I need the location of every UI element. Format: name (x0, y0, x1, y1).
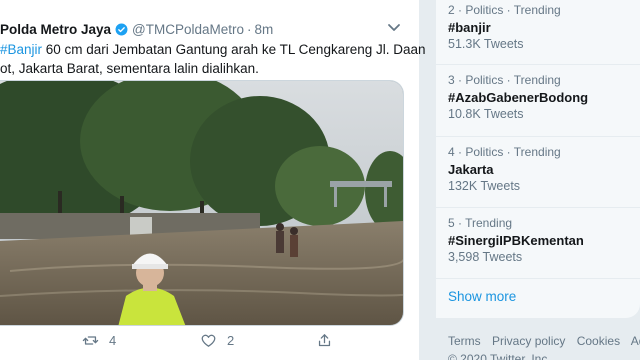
footer-link-privacy[interactable]: Privacy policy (492, 334, 565, 348)
trend-meta: 4 · Politics · Trending (448, 145, 561, 159)
trends-panel: 2 · Politics · Trending #banjir 51.3K Tw… (436, 0, 640, 318)
trend-item[interactable]: 5 · Trending #SinergiIPBKementan 3,598 T… (448, 216, 638, 265)
retweet-count: 4 (109, 333, 117, 348)
trend-item[interactable]: 4 · Politics · Trending Jakarta 132K Twe… (448, 145, 638, 194)
share-button[interactable] (316, 332, 343, 349)
tweet-photo[interactable] (0, 80, 404, 326)
retweet-button[interactable]: 4 (82, 332, 116, 349)
trend-name: Jakarta (448, 162, 494, 177)
heart-icon (201, 334, 216, 347)
tweet-text: #Banjir 60 cm dari Jembatan Gantung arah… (0, 40, 426, 78)
chevron-down-icon[interactable] (387, 23, 401, 33)
tweet-header: Polda Metro Jaya @TMCPoldaMetro · 8m (0, 19, 273, 39)
trend-name: #banjir (448, 20, 491, 35)
trend-tweet-count: 10.8K Tweets (448, 107, 524, 121)
show-more-link[interactable]: Show more (448, 289, 516, 304)
like-button[interactable]: 2 (200, 332, 234, 349)
verified-badge-icon (115, 23, 128, 35)
footer-link-ads[interactable]: Ads in (631, 334, 640, 348)
hashtag-link[interactable]: #Banjir (0, 42, 42, 57)
trend-tweet-count: 132K Tweets (448, 179, 521, 193)
tweet-text-line-1: #Banjir 60 cm dari Jembatan Gantung arah… (0, 40, 426, 59)
trend-divider (436, 64, 640, 65)
tweet-column: Polda Metro Jaya @TMCPoldaMetro · 8m #Ba… (0, 0, 426, 360)
author-name[interactable]: Polda Metro Jaya (0, 22, 111, 37)
author-handle[interactable]: @TMCPoldaMetro (132, 22, 244, 37)
trend-meta: 5 · Trending (448, 216, 513, 230)
trend-tweet-count: 51.3K Tweets (448, 37, 524, 51)
copyright: © 2020 Twitter, Inc. (448, 352, 551, 360)
trend-divider (436, 278, 640, 279)
tweet-text-rest: 60 cm dari Jembatan Gantung arah ke TL C… (42, 42, 426, 57)
tweet-timestamp[interactable]: 8m (255, 22, 274, 37)
retweet-icon (82, 336, 99, 345)
trend-divider (436, 136, 640, 137)
footer-link-cookies[interactable]: Cookies (577, 334, 620, 348)
tweet-text-line-2: ot, Jakarta Barat, sementara lalin diali… (0, 61, 259, 76)
footer-links: Terms Privacy policy Cookies Ads in (448, 334, 640, 348)
trend-meta: 2 · Politics · Trending (448, 3, 561, 17)
trend-tweet-count: 3,598 Tweets (448, 250, 523, 264)
flooded-street-photo (0, 81, 403, 325)
separator-dot: · (247, 21, 252, 37)
like-count: 2 (227, 333, 235, 348)
trend-name: #AzabGabenerBodong (448, 90, 589, 105)
trend-item[interactable]: 2 · Politics · Trending #banjir 51.3K Tw… (448, 3, 638, 52)
trend-item[interactable]: 3 · Politics · Trending #AzabGabenerBodo… (448, 73, 638, 122)
trend-name: #SinergiIPBKementan (448, 233, 584, 248)
tweet-actions: 4 2 (0, 332, 420, 354)
trend-divider (436, 207, 640, 208)
footer-link-terms[interactable]: Terms (448, 334, 481, 348)
share-icon (318, 334, 331, 347)
trend-meta: 3 · Politics · Trending (448, 73, 561, 87)
